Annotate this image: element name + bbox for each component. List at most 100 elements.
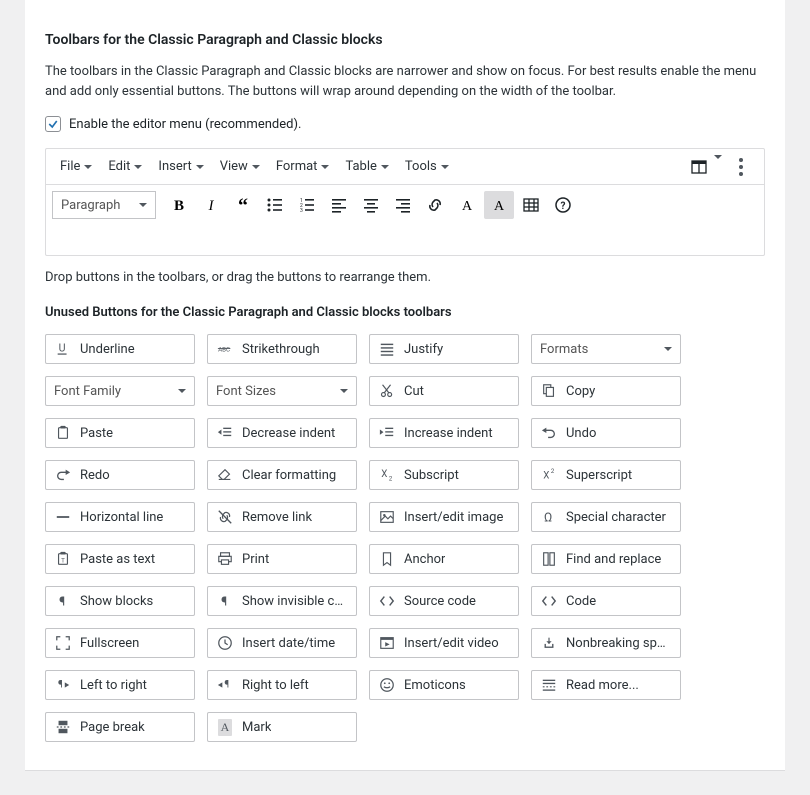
enable-menu-checkbox[interactable]: [45, 116, 61, 132]
unused-undo[interactable]: Undo: [531, 418, 681, 448]
unused-label: Mark: [242, 720, 271, 735]
menu-format[interactable]: Format: [270, 155, 336, 178]
readmore-icon: [540, 676, 558, 694]
unused-outdent[interactable]: Decrease indent: [207, 418, 357, 448]
strike-icon: [216, 340, 234, 358]
unused-video[interactable]: Insert/edit video: [369, 628, 519, 658]
unused-nbsp[interactable]: Nonbreaking space: [531, 628, 681, 658]
smile-icon: [378, 676, 396, 694]
eraser-icon: [216, 466, 234, 484]
unused-font-sizes[interactable]: Font Sizes: [207, 376, 357, 406]
align-right-button[interactable]: [388, 191, 418, 219]
underline-icon: [54, 340, 72, 358]
unused-label: Right to left: [242, 678, 309, 693]
unused-cut[interactable]: Cut: [369, 376, 519, 406]
unused-formats[interactable]: Formats: [531, 334, 681, 364]
unused-label: Horizontal line: [80, 510, 163, 525]
align-justify-icon: [378, 340, 396, 358]
more-button[interactable]: [726, 153, 756, 181]
unused-redo[interactable]: Redo: [45, 460, 195, 490]
omega-icon: [540, 508, 558, 526]
code-icon: [378, 592, 396, 610]
unused-label: Code: [566, 594, 596, 609]
unused-emoticons[interactable]: Emoticons: [369, 670, 519, 700]
text-color-button[interactable]: [452, 191, 482, 219]
unused-pagebreak[interactable]: Page break: [45, 712, 195, 742]
editor-body[interactable]: [46, 225, 764, 255]
italic-button[interactable]: [196, 191, 226, 219]
unused-source[interactable]: Source code: [369, 586, 519, 616]
bold-button[interactable]: [164, 191, 194, 219]
unused-char[interactable]: Special character: [531, 502, 681, 532]
unused-datetime[interactable]: Insert date/time: [207, 628, 357, 658]
rtl-icon: [216, 676, 234, 694]
unused-hr[interactable]: Horizontal line: [45, 502, 195, 532]
unused-label: Redo: [80, 468, 110, 483]
menu-tools[interactable]: Tools: [399, 155, 455, 178]
unused-code[interactable]: Code: [531, 586, 681, 616]
unused-label: Find and replace: [566, 552, 661, 567]
unused-subscript[interactable]: Subscript: [369, 460, 519, 490]
chevron-down-icon: [139, 203, 147, 207]
chevron-down-icon: [196, 165, 204, 169]
unused-superscript[interactable]: Superscript: [531, 460, 681, 490]
unused-strike[interactable]: Strikethrough: [207, 334, 357, 364]
chevron-down-icon: [252, 165, 260, 169]
unused-label: Clear formatting: [242, 468, 336, 483]
unused-label: Font Family: [54, 384, 121, 399]
unused-font-family[interactable]: Font Family: [45, 376, 195, 406]
unused-ltr[interactable]: Left to right: [45, 670, 195, 700]
hr-icon: [54, 508, 72, 526]
nbsp-icon: [540, 634, 558, 652]
unused-fullscreen[interactable]: Fullscreen: [45, 628, 195, 658]
unused-label: Formats: [540, 342, 588, 357]
editor-frame: File Edit Insert View Format Table Tools…: [45, 148, 765, 256]
numbered-list-button[interactable]: [292, 191, 322, 219]
link-button[interactable]: [420, 191, 450, 219]
section-title: Toolbars for the Classic Paragraph and C…: [45, 32, 765, 48]
unused-show-blocks[interactable]: Show blocks: [45, 586, 195, 616]
unused-unlink[interactable]: Remove link: [207, 502, 357, 532]
unused-mark[interactable]: AMark: [207, 712, 357, 742]
unused-justify[interactable]: Justify: [369, 334, 519, 364]
paste-icon: [54, 424, 72, 442]
table-button[interactable]: [516, 191, 546, 219]
unused-indent[interactable]: Increase indent: [369, 418, 519, 448]
unused-readmore[interactable]: Read more...: [531, 670, 681, 700]
clock-icon: [216, 634, 234, 652]
menu-view[interactable]: View: [214, 155, 266, 178]
unused-paste[interactable]: Paste: [45, 418, 195, 448]
bullet-list-button[interactable]: [260, 191, 290, 219]
align-center-button[interactable]: [356, 191, 386, 219]
undo-icon: [540, 424, 558, 442]
menu-edit[interactable]: Edit: [102, 155, 148, 178]
unused-label: Anchor: [404, 552, 445, 567]
unused-image[interactable]: Insert/edit image: [369, 502, 519, 532]
align-left-button[interactable]: [324, 191, 354, 219]
unused-clear-fmt[interactable]: Clear formatting: [207, 460, 357, 490]
unused-paste-text[interactable]: Paste as text: [45, 544, 195, 574]
template-button[interactable]: [684, 153, 714, 181]
unused-label: Emoticons: [404, 678, 466, 693]
unused-label: Justify: [404, 342, 443, 357]
format-select[interactable]: Paragraph: [52, 191, 156, 219]
highlight-color-button[interactable]: [484, 191, 514, 219]
unused-show-invis[interactable]: Show invisible cha…: [207, 586, 357, 616]
menu-file[interactable]: File: [54, 155, 98, 178]
unused-print[interactable]: Print: [207, 544, 357, 574]
blockquote-button[interactable]: [228, 191, 258, 219]
chevron-down-icon: [134, 165, 142, 169]
unused-find[interactable]: Find and replace: [531, 544, 681, 574]
menu-insert[interactable]: Insert: [152, 155, 209, 178]
unused-label: Remove link: [242, 510, 312, 525]
print-icon: [216, 550, 234, 568]
unused-anchor[interactable]: Anchor: [369, 544, 519, 574]
code-icon: [540, 592, 558, 610]
help-button[interactable]: [548, 191, 578, 219]
unused-underline[interactable]: Underline: [45, 334, 195, 364]
unused-rtl[interactable]: Right to left: [207, 670, 357, 700]
menu-table[interactable]: Table: [339, 155, 394, 178]
unused-copy[interactable]: Copy: [531, 376, 681, 406]
pilcrow-icon: [216, 592, 234, 610]
fullscreen-icon: [54, 634, 72, 652]
